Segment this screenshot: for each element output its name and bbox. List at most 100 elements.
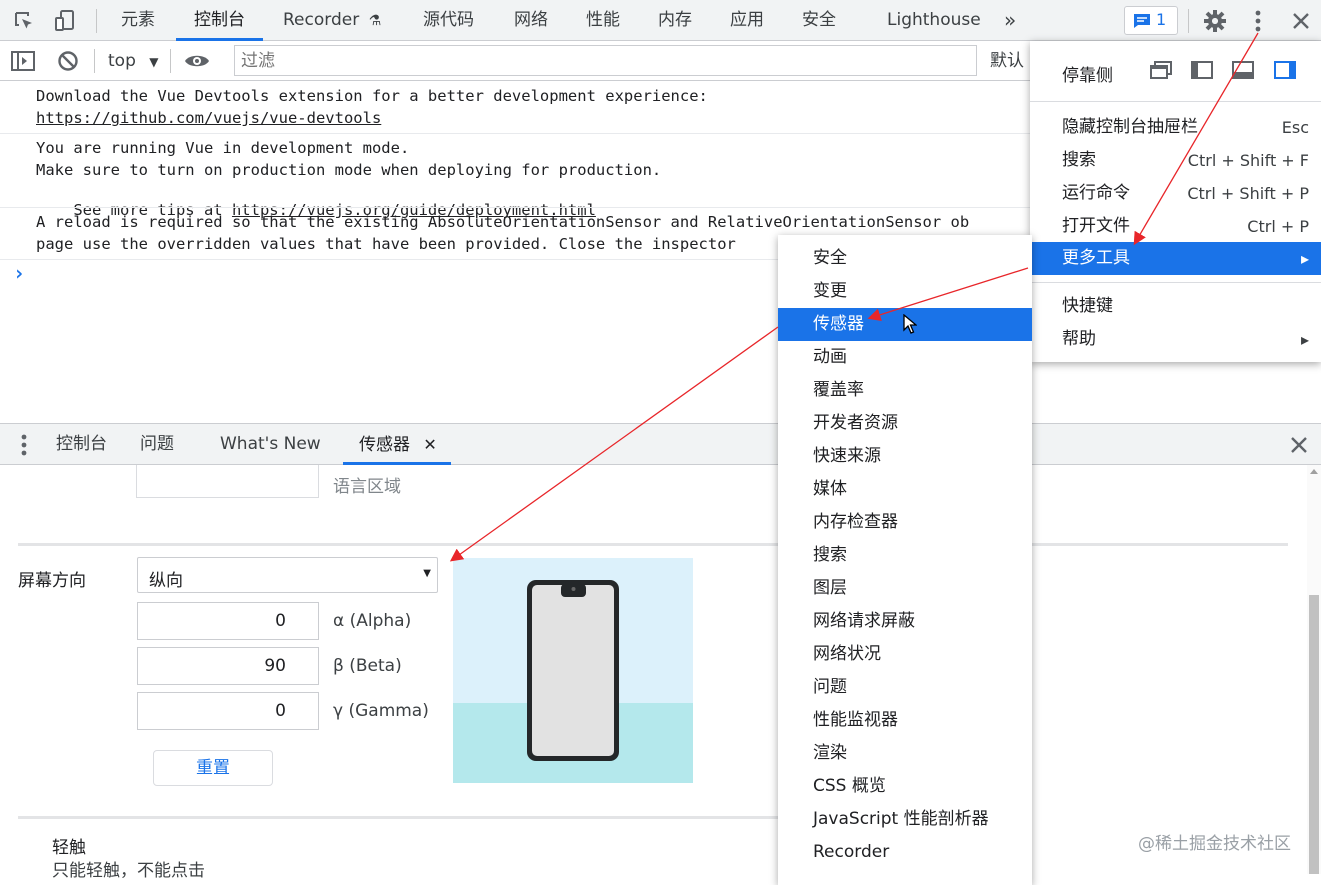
tab-security[interactable]: 安全 — [802, 0, 836, 41]
tab-memory[interactable]: 内存 — [658, 0, 692, 41]
menu-item-shortcut: Ctrl + Shift + F — [1187, 151, 1309, 170]
tab-elements[interactable]: 元素 — [121, 0, 155, 41]
menu-item-more-tools[interactable]: 更多工具 ▸ — [1030, 242, 1321, 275]
issues-count: 1 — [1156, 10, 1167, 29]
more-tools-item-search[interactable]: 搜索 — [778, 539, 1032, 572]
console-filter-input[interactable] — [234, 45, 977, 76]
beta-label: β (Beta) — [333, 656, 402, 676]
live-expression-eye-icon[interactable] — [183, 49, 211, 73]
toolbar-divider — [96, 9, 97, 33]
more-tabs-button[interactable]: » — [1004, 0, 1016, 41]
more-tools-item-network-conditions[interactable]: 网络状况 — [778, 638, 1032, 671]
drawer-tab-whats-new[interactable]: What's New — [220, 424, 321, 465]
message-icon — [1134, 14, 1150, 28]
menu-item-shortcuts[interactable]: 快捷键 — [1030, 290, 1321, 323]
menu-item-shortcut: Ctrl + P — [1247, 217, 1309, 236]
menu-item-help[interactable]: 帮助 ▸ — [1030, 323, 1321, 356]
submenu-arrow-icon: ▸ — [1300, 249, 1309, 268]
more-tools-item-quick-source[interactable]: 快速来源 — [778, 440, 1032, 473]
drawer-menu-kebab-icon[interactable] — [14, 432, 34, 458]
tab-recorder[interactable]: Recorder ⚗ — [283, 0, 381, 41]
more-tools-item-css-overview[interactable]: CSS 概览 — [778, 770, 1032, 803]
tab-application[interactable]: 应用 — [730, 0, 764, 41]
inspect-element-icon[interactable] — [10, 8, 38, 34]
device-toolbar-icon[interactable] — [52, 8, 80, 34]
more-tools-item-recorder[interactable]: Recorder — [778, 836, 1032, 869]
orientation-label: 屏幕方向 — [18, 571, 86, 591]
console-message-text: page use the overridden values that have… — [36, 235, 736, 253]
dock-bottom-icon[interactable] — [1232, 61, 1254, 79]
more-tools-item-developer-resources[interactable]: 开发者资源 — [778, 407, 1032, 440]
vue-devtools-link[interactable]: https://github.com/vuejs/vue-devtools — [36, 109, 381, 127]
menu-item-label: JavaScript 性能剖析器 — [813, 809, 989, 829]
menu-item-hide-console-drawer[interactable]: 隐藏控制台抽屉栏 Esc — [1030, 111, 1321, 144]
undock-separate-window-icon[interactable] — [1150, 61, 1172, 79]
alpha-label: α (Alpha) — [333, 611, 412, 631]
more-tools-item-security[interactable]: 安全 — [778, 242, 1032, 275]
reset-orientation-button[interactable]: 重置 — [153, 750, 273, 786]
orientation-select[interactable]: 纵向 ▼ — [137, 557, 438, 593]
close-drawer-icon[interactable] — [1286, 432, 1312, 458]
drawer-tab-console[interactable]: 控制台 — [56, 424, 107, 465]
menu-item-label: 安全 — [813, 248, 847, 268]
more-tools-item-javascript-profiler[interactable]: JavaScript 性能剖析器 — [778, 803, 1032, 836]
menu-item-label: 网络状况 — [813, 644, 881, 664]
clear-console-icon[interactable] — [55, 49, 81, 73]
close-tab-icon[interactable]: ✕ — [423, 435, 436, 454]
more-tools-item-performance-monitor[interactable]: 性能监视器 — [778, 704, 1032, 737]
locale-input[interactable] — [136, 465, 319, 498]
menu-item-search[interactable]: 搜索 Ctrl + Shift + F — [1030, 144, 1321, 177]
experimental-flask-icon: ⚗ — [368, 13, 382, 29]
drawer-scrollbar[interactable] — [1307, 465, 1321, 874]
drawer-tab-sensors-label: 传感器 — [359, 435, 410, 455]
tab-sources[interactable]: 源代码 — [423, 0, 474, 41]
more-tools-item-coverage[interactable]: 覆盖率 — [778, 374, 1032, 407]
alpha-input[interactable]: 0 — [137, 602, 319, 640]
context-selector[interactable]: top ▼ — [108, 41, 159, 81]
scrollbar-thumb[interactable] — [1309, 595, 1319, 874]
console-prompt-chevron-icon[interactable]: › — [13, 261, 25, 285]
more-tools-item-animations[interactable]: 动画 — [778, 341, 1032, 374]
scroll-up-arrow-icon[interactable] — [1310, 469, 1318, 474]
show-sidebar-icon[interactable] — [10, 49, 36, 73]
menu-item-open-file[interactable]: 打开文件 Ctrl + P — [1030, 210, 1321, 243]
tab-console[interactable]: 控制台 — [176, 0, 263, 41]
dock-left-icon[interactable] — [1191, 61, 1213, 79]
gamma-label: γ (Gamma) — [333, 701, 429, 721]
menu-separator — [1030, 101, 1321, 102]
gamma-input[interactable]: 0 — [137, 692, 319, 730]
tab-lighthouse[interactable]: Lighthouse — [887, 0, 981, 41]
more-tools-item-media[interactable]: 媒体 — [778, 473, 1032, 506]
toolbar-divider — [94, 49, 95, 73]
dock-side-label: 停靠侧 — [1062, 66, 1113, 86]
menu-item-label: 媒体 — [813, 479, 847, 499]
console-message-text: Make sure to turn on production mode whe… — [36, 161, 662, 179]
drawer-tab-sensors[interactable]: 传感器 ✕ — [343, 424, 451, 465]
menu-item-shortcut: Ctrl + Shift + P — [1187, 184, 1309, 203]
tab-network[interactable]: 网络 — [514, 0, 548, 41]
more-tools-item-memory-inspector[interactable]: 内存检查器 — [778, 506, 1032, 539]
customize-menu-kebab-icon[interactable] — [1246, 7, 1270, 35]
menu-item-shortcut: Esc — [1281, 118, 1309, 137]
menu-item-label: 隐藏控制台抽屉栏 — [1062, 117, 1198, 137]
more-tools-item-changes[interactable]: 变更 — [778, 275, 1032, 308]
menu-item-label: 打开文件 — [1062, 216, 1130, 236]
log-levels-dropdown[interactable]: 默认 — [990, 41, 1024, 81]
menu-item-label: Recorder — [813, 842, 890, 862]
orientation-preview[interactable] — [453, 558, 693, 783]
menu-item-run-command[interactable]: 运行命令 Ctrl + Shift + P — [1030, 177, 1321, 210]
console-message-text: Download the Vue Devtools extension for … — [36, 87, 708, 105]
tab-performance[interactable]: 性能 — [586, 0, 620, 41]
issues-counter-button[interactable]: 1 — [1124, 6, 1178, 35]
more-tools-item-rendering[interactable]: 渲染 — [778, 737, 1032, 770]
dock-right-icon[interactable] — [1274, 61, 1296, 79]
menu-item-label: CSS 概览 — [813, 776, 886, 796]
more-tools-item-layers[interactable]: 图层 — [778, 572, 1032, 605]
more-tools-item-network-request-blocking[interactable]: 网络请求屏蔽 — [778, 605, 1032, 638]
close-devtools-icon[interactable] — [1288, 7, 1314, 35]
more-tools-item-issues[interactable]: 问题 — [778, 671, 1032, 704]
menu-item-label: 内存检查器 — [813, 512, 898, 532]
settings-gear-icon[interactable] — [1201, 7, 1229, 35]
drawer-tab-issues[interactable]: 问题 — [140, 424, 174, 465]
beta-input[interactable]: 90 — [137, 647, 319, 685]
